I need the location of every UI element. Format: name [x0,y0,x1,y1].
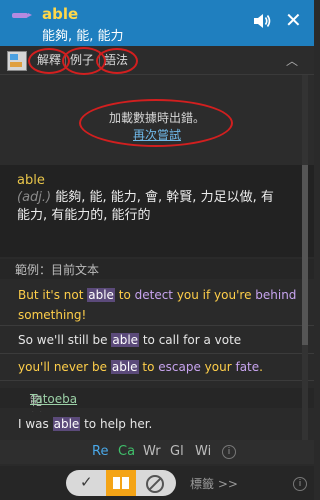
close-icon[interactable]: ✕ [285,8,302,32]
part-of-speech: (adj.) [17,190,52,205]
header-bar: able 能夠, 能, 能力 ✕ [0,0,314,46]
example-text: But it's not [18,288,88,302]
scrollbar-thumb[interactable] [302,165,308,345]
example-text: to call for a vote [139,333,242,347]
ban-icon[interactable] [146,475,164,493]
example-item[interactable]: you'll never be able to escape your fate… [0,354,314,381]
check-icon[interactable]: ✓ [80,473,93,491]
section-tatoeba: 範例：Tatoeba [0,388,314,425]
section-current-text-label: 範例：目前文本 [15,263,100,277]
example-text: something! [18,308,87,322]
tatoeba-link[interactable]: Tatoeba [30,392,77,406]
pencil-icon[interactable] [12,13,32,18]
example-text: So we'll still be [18,333,112,347]
annotation-circle [96,48,138,74]
example-keyword: escape [158,360,201,374]
example-item[interactable]: I was able to help her. [0,412,314,438]
highlight-word: able [52,417,81,431]
scrollbar[interactable] [302,75,308,440]
error-panel: 加載數據時出錯。 再次嘗試 [0,75,314,165]
header-definition: 能夠, 能, 能力 [42,29,124,44]
example-keyword: behind [255,288,297,302]
example-text: to help her. [80,417,153,431]
book-icon[interactable] [106,470,136,496]
source-gl[interactable]: Gl [170,444,184,459]
next-tag-button[interactable]: 標籤 >> [190,475,238,492]
example-text: to [114,288,135,302]
source-wi[interactable]: Wi [195,444,211,459]
source-bar: Re Ca Wr Gl Wi i [0,440,314,464]
collapse-chevron-icon[interactable]: ︿ [286,52,298,69]
info-icon[interactable]: i [222,445,236,459]
source-ca[interactable]: Ca [118,444,135,459]
example-keyword: detect [134,288,173,302]
example-text: to [138,360,159,374]
source-re[interactable]: Re [92,444,108,459]
example-keyword: fate [235,360,260,374]
tab-bar: 解釋 例子 語法 ︿ [0,46,314,75]
example-text: I was [18,417,53,431]
highlight-word: able [110,360,139,374]
example-text: your [200,360,236,374]
example-text: you'll never be [18,360,111,374]
bottom-toolbar: ✓ 標籤 >> i [0,466,314,500]
annotation-circle [79,99,233,147]
section-current-text: 範例：目前文本 [0,259,314,279]
example-item[interactable]: But it's not able to detect you if you'r… [0,283,314,326]
definition-text: 能夠, 能, 能力, 會, 幹賢, 力足以做, 有能力, 有能力的, 能行的 [17,190,274,223]
dictionary-entry: able (adj.) 能夠, 能, 能力, 會, 幹賢, 力足以做, 有能力,… [0,165,314,257]
example-text: . [259,360,263,374]
example-item[interactable]: So we'll still be able to call for a vot… [0,327,314,354]
header-word: able [42,5,79,23]
example-text: you if you're [173,288,256,302]
entry-headword: able [17,173,45,188]
highlight-word: able [87,288,115,302]
speaker-icon[interactable] [252,12,272,34]
source-wr[interactable]: Wr [143,444,161,459]
info-icon[interactable]: i [293,477,307,491]
action-pill: ✓ [66,470,176,496]
dictionary-icon [7,51,27,71]
highlight-word: able [111,333,140,347]
entry-definition: (adj.) 能夠, 能, 能力, 會, 幹賢, 力足以做, 有能力, 有能力的… [17,189,277,225]
